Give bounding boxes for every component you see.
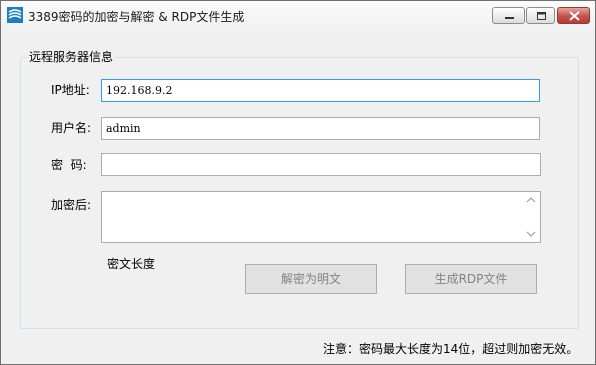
scroll-down-icon[interactable]: [526, 231, 536, 237]
textarea-scrollbar[interactable]: [523, 193, 539, 241]
scroll-up-icon[interactable]: [526, 197, 536, 203]
main-window: 3389密码的加密与解密 & RDP文件生成 远程服务器信息 IP地址: 192…: [0, 0, 596, 365]
close-button[interactable]: [557, 7, 590, 24]
password-label: 密 码:: [51, 158, 87, 172]
window-title: 3389密码的加密与解密 & RDP文件生成: [28, 10, 245, 24]
password-input[interactable]: [101, 153, 541, 176]
minimize-button[interactable]: [492, 7, 525, 24]
group-legend: 远程服务器信息: [27, 48, 116, 65]
close-icon: [569, 11, 580, 21]
ip-input[interactable]: 192.168.9.2: [101, 79, 540, 102]
maximize-button[interactable]: [526, 7, 555, 24]
decrypt-button[interactable]: 解密为明文: [245, 264, 377, 294]
title-bar[interactable]: 3389密码的加密与解密 & RDP文件生成: [1, 1, 595, 31]
maximize-icon: [537, 12, 546, 20]
username-label: 用户名:: [51, 121, 92, 135]
username-input[interactable]: admin: [101, 117, 540, 140]
cipher-length-label: 密文长度: [107, 257, 156, 271]
encrypted-textarea[interactable]: [101, 191, 541, 243]
minimize-icon: [505, 17, 514, 19]
generate-rdp-button[interactable]: 生成RDP文件: [405, 264, 537, 294]
encrypted-label: 加密后:: [51, 198, 92, 212]
password-length-note: 注意：密码最大长度为14位，超过则加密无效。: [323, 342, 579, 356]
app-logo-icon: [7, 7, 23, 23]
ip-label: IP地址:: [51, 83, 90, 97]
